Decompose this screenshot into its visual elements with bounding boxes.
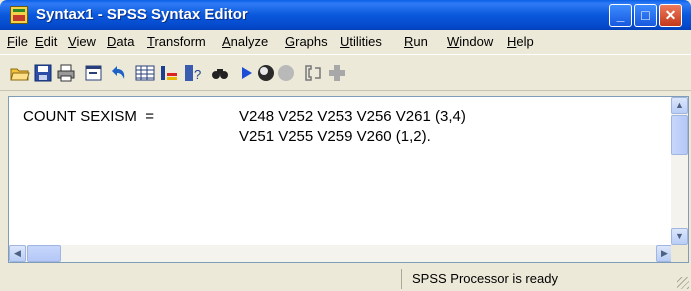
window-title: Syntax1 - SPSS Syntax Editor: [36, 6, 248, 23]
dialog-recall-icon[interactable]: [84, 63, 104, 83]
find-icon[interactable]: [210, 63, 230, 83]
syntax-args: V251 V255 V259 V260 (1,2).: [239, 128, 431, 145]
syntax-line-2: V251 V255 V259 V260 (1,2).: [23, 127, 466, 147]
scrollbar-corner: [671, 245, 688, 262]
designate-window-icon[interactable]: [256, 63, 276, 83]
open-folder-icon[interactable]: [10, 63, 30, 83]
insert-icon[interactable]: [327, 63, 347, 83]
save-icon[interactable]: [33, 63, 53, 83]
run-icon[interactable]: [236, 63, 256, 83]
menu-data[interactable]: Data: [107, 34, 134, 50]
variables-icon[interactable]: [159, 63, 179, 83]
value-labels-icon[interactable]: [303, 63, 323, 83]
undo-icon[interactable]: [108, 63, 128, 83]
status-pane: SPSS Processor is ready: [401, 269, 672, 289]
menu-view[interactable]: View: [68, 34, 96, 50]
menu-window[interactable]: Window: [447, 34, 493, 50]
maximize-button[interactable]: □: [634, 4, 657, 27]
horizontal-scroll-thumb[interactable]: [27, 245, 61, 262]
menu-graphs[interactable]: Graphs: [285, 34, 328, 50]
syntax-code[interactable]: COUNT SEXISM = V248 V252 V253 V256 V261 (…: [23, 107, 466, 147]
spss-syntax-app-icon[interactable]: [10, 6, 28, 24]
syntax-line-1: COUNT SEXISM = V248 V252 V253 V256 V261 (…: [23, 107, 466, 127]
scroll-left-button[interactable]: ◀: [9, 245, 26, 262]
vertical-scroll-thumb[interactable]: [671, 115, 688, 155]
menu-transform[interactable]: Transform: [147, 34, 206, 50]
goto-data-icon[interactable]: [135, 63, 155, 83]
svg-text:?: ?: [194, 67, 201, 82]
menu-run[interactable]: Run: [404, 34, 428, 50]
resize-grip-icon[interactable]: [677, 277, 689, 289]
vertical-scrollbar[interactable]: ▲ ▼: [671, 97, 688, 245]
toolbar: ?: [0, 54, 691, 91]
title-bar[interactable]: Syntax1 - SPSS Syntax Editor _ □ ✕: [0, 0, 691, 30]
horizontal-scrollbar[interactable]: ◀ ▶: [9, 245, 673, 262]
close-button[interactable]: ✕: [659, 4, 682, 27]
status-text: SPSS Processor is ready: [412, 271, 558, 286]
menu-edit[interactable]: Edit: [35, 34, 57, 50]
scroll-up-button[interactable]: ▲: [671, 97, 688, 114]
print-icon[interactable]: [56, 63, 76, 83]
use-sets-icon[interactable]: [276, 63, 296, 83]
menu-bar: File Edit View Data Transform Analyze Gr…: [0, 30, 691, 54]
syntax-editor[interactable]: COUNT SEXISM = V248 V252 V253 V256 V261 (…: [8, 96, 689, 263]
spss-syntax-window: Syntax1 - SPSS Syntax Editor _ □ ✕ File …: [0, 0, 691, 291]
minimize-button[interactable]: _: [609, 4, 632, 27]
menu-file[interactable]: File: [7, 34, 28, 50]
syntax-args: V248 V252 V253 V256 V261 (3,4): [239, 108, 466, 125]
help-icon[interactable]: ?: [183, 63, 203, 83]
syntax-command: COUNT SEXISM =: [23, 108, 155, 125]
menu-analyze[interactable]: Analyze: [222, 34, 268, 50]
status-bar: SPSS Processor is ready: [0, 265, 691, 291]
menu-help[interactable]: Help: [507, 34, 534, 50]
menu-utilities[interactable]: Utilities: [340, 34, 382, 50]
scroll-down-button[interactable]: ▼: [671, 228, 688, 245]
